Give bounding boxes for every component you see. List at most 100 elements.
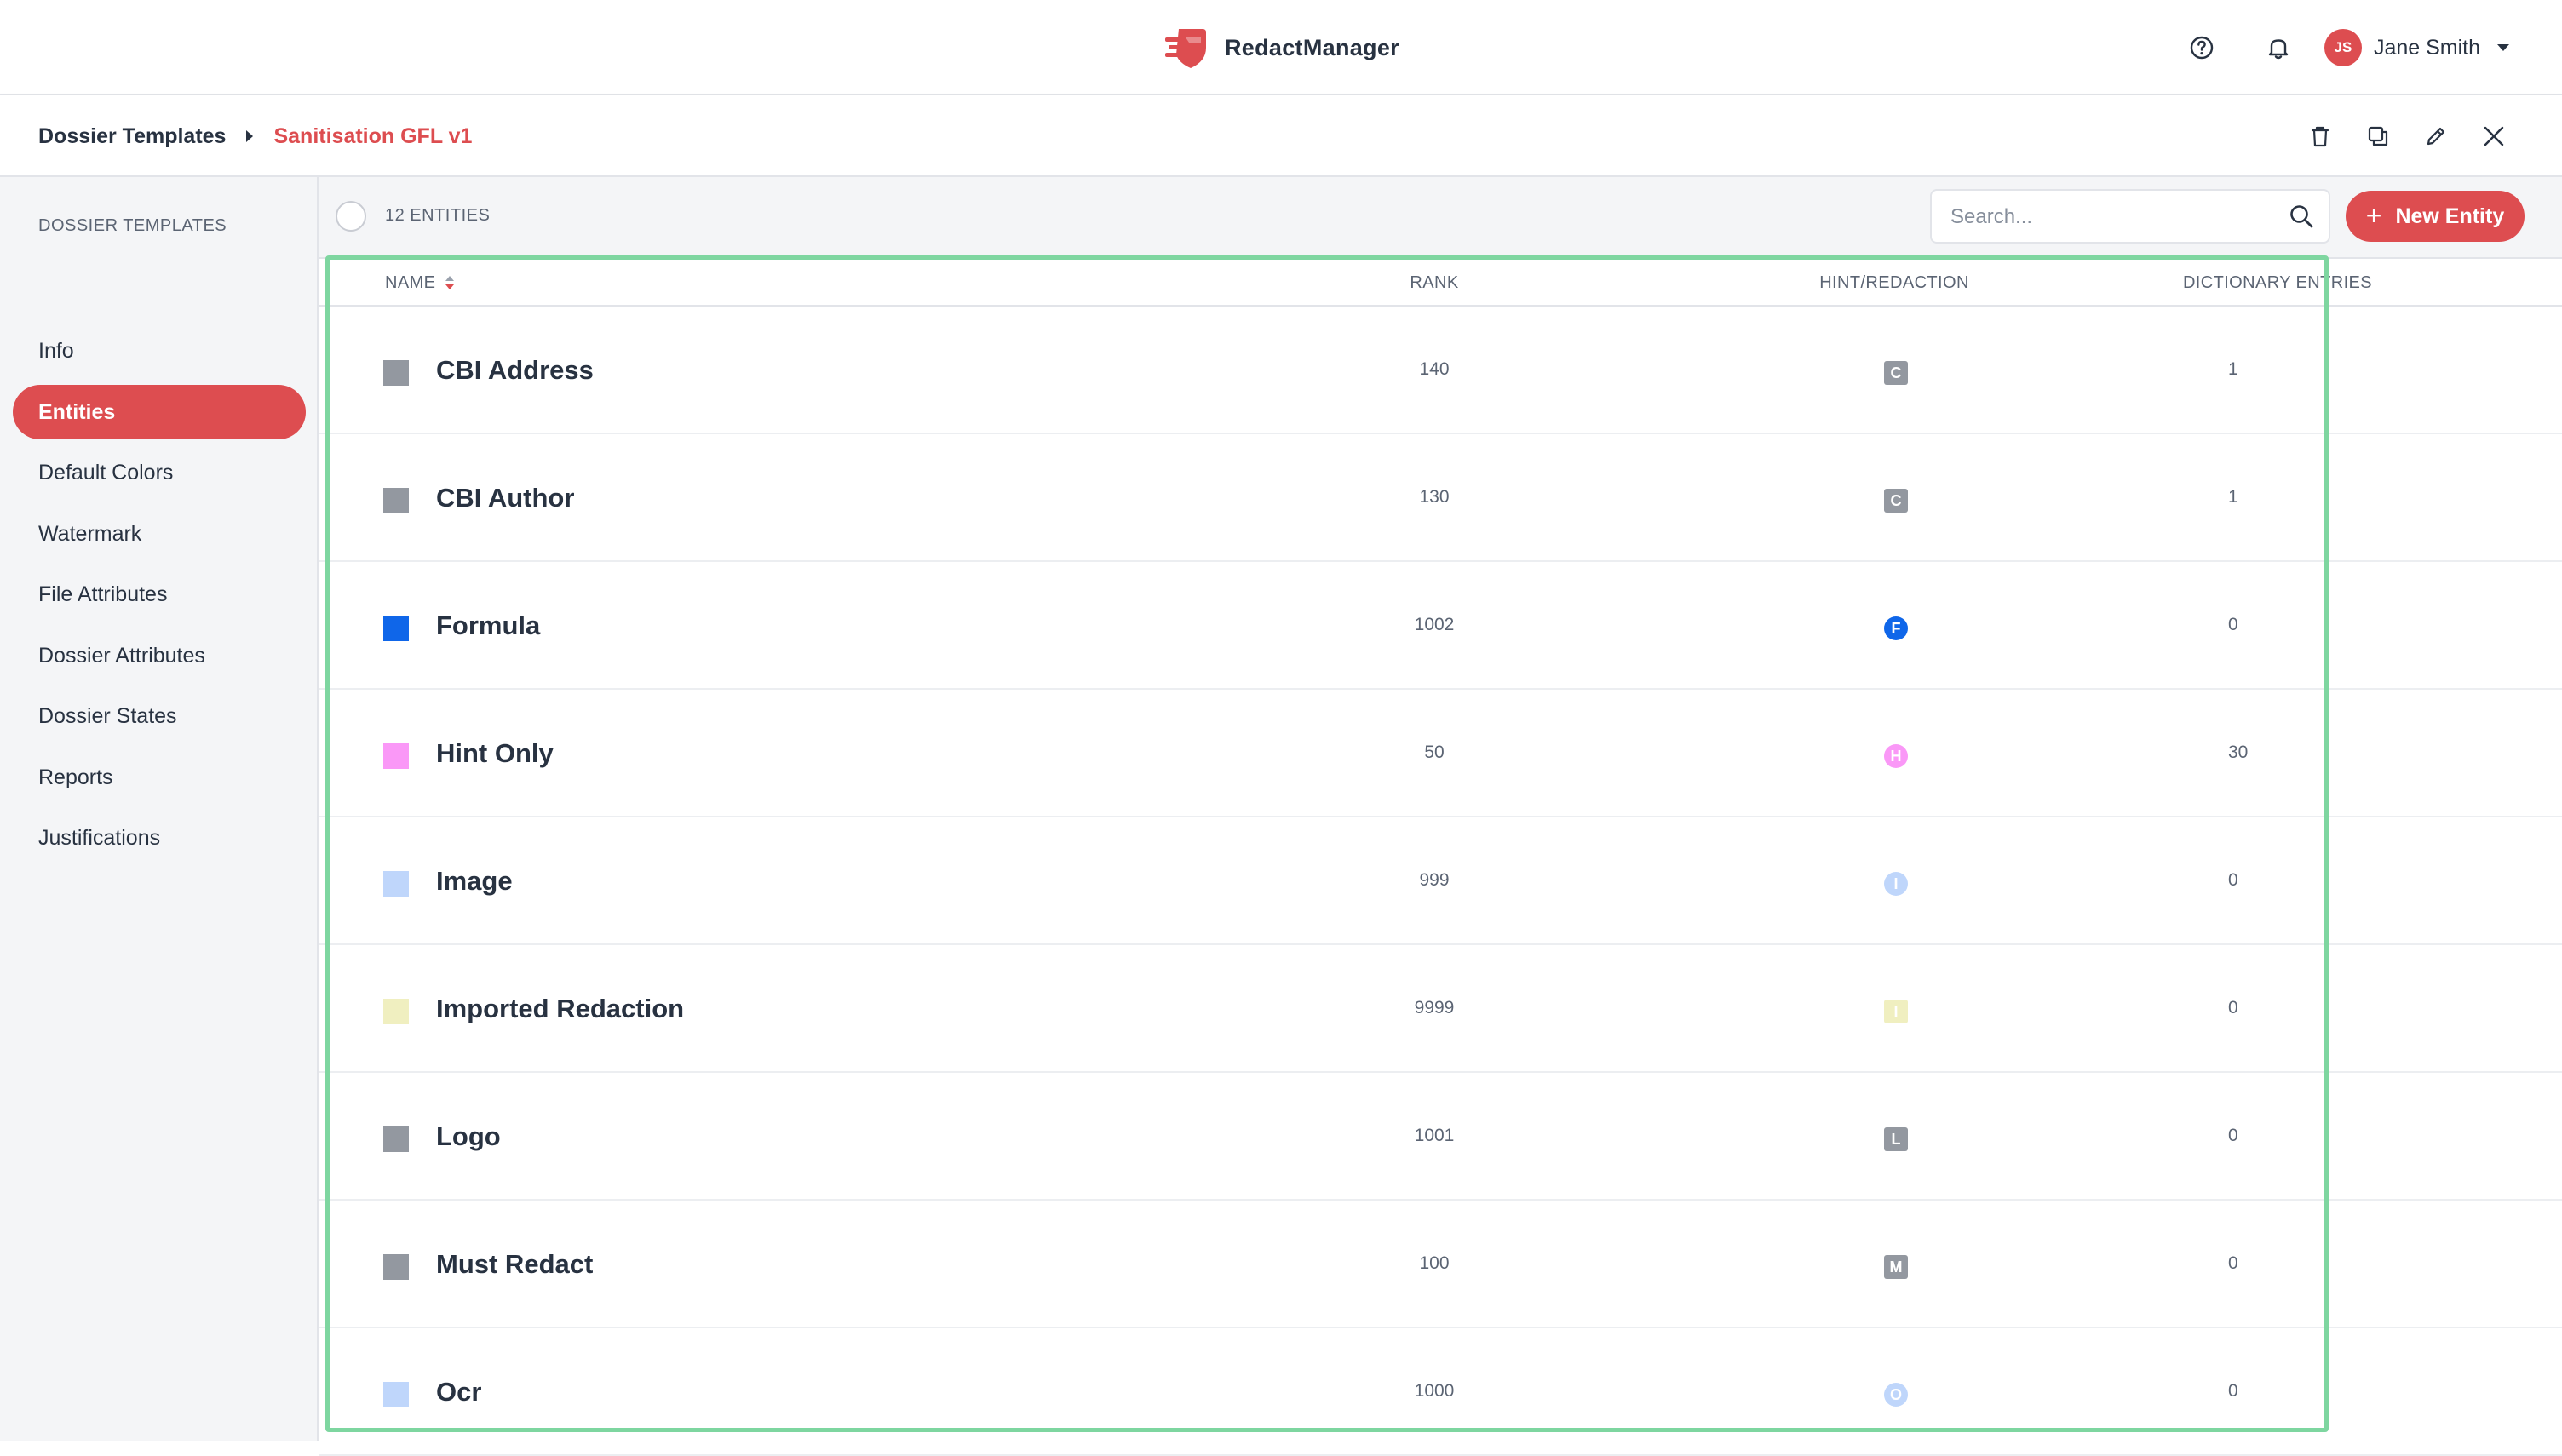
- entity-color-swatch: [383, 488, 409, 513]
- plus-icon: +: [2365, 199, 2382, 231]
- sidebar-nav: Info Entities Default Colors Watermark F…: [13, 324, 306, 872]
- entity-color-swatch: [383, 1254, 409, 1280]
- search-icon[interactable]: [2288, 203, 2315, 230]
- entity-color-swatch: [383, 360, 409, 386]
- help-button[interactable]: [2180, 26, 2224, 70]
- entity-rank: 1000: [1414, 1381, 1455, 1401]
- new-entity-label: New Entity: [2395, 203, 2505, 228]
- avatar: JS: [2324, 29, 2362, 66]
- entity-name: CBI Address: [436, 355, 594, 385]
- new-entity-button[interactable]: + New Entity: [2346, 191, 2525, 242]
- column-header-name-label: NAME: [385, 273, 436, 292]
- entity-rank: 9999: [1414, 998, 1455, 1017]
- entity-name: Hint Only: [436, 738, 554, 768]
- table-header: NAME RANK HINT/REDACTION DICTIONARY ENTR…: [319, 259, 2562, 307]
- sidebar-item-dossier-attributes[interactable]: Dossier Attributes: [13, 628, 306, 683]
- sidebar-item-watermark[interactable]: Watermark: [13, 507, 306, 561]
- sidebar-item-reports[interactable]: Reports: [13, 750, 306, 805]
- sort-icon: [445, 276, 455, 289]
- breadcrumb-bar: Dossier Templates Sanitisation GFL v1: [0, 95, 2562, 177]
- select-all-checkbox[interactable]: [336, 201, 366, 232]
- table-row[interactable]: CBI Author 130 C 1: [319, 434, 2562, 562]
- hint-redaction-badge: H: [1884, 744, 1908, 768]
- entity-name: CBI Author: [436, 483, 575, 513]
- edit-template-button[interactable]: [2414, 114, 2458, 158]
- column-header-hint-redaction: HINT/REDACTION: [1819, 273, 1969, 292]
- user-name: Jane Smith: [2373, 35, 2480, 60]
- main-content: 12 ENTITIES + New Entity NAME RANK HINT/…: [319, 177, 2562, 1456]
- entity-name: Formula: [436, 610, 541, 640]
- sidebar-item-justifications[interactable]: Justifications: [13, 811, 306, 865]
- hint-redaction-badge: F: [1884, 616, 1908, 640]
- entity-name: Ocr: [436, 1377, 482, 1407]
- dictionary-entries-count: 30: [2228, 742, 2249, 762]
- hint-redaction-badge: I: [1884, 872, 1908, 896]
- entity-color-swatch: [383, 743, 409, 769]
- table-row[interactable]: Formula 1002 F 0: [319, 562, 2562, 690]
- entity-name: Must Redact: [436, 1249, 594, 1279]
- dictionary-entries-count: 0: [2228, 1126, 2238, 1145]
- table-row[interactable]: Logo 1001 L 0: [319, 1073, 2562, 1201]
- sidebar-item-info[interactable]: Info: [13, 324, 306, 378]
- entity-rank: 130: [1419, 487, 1450, 507]
- close-button[interactable]: [2472, 114, 2516, 158]
- help-icon: [2190, 36, 2214, 60]
- breadcrumb-current-template[interactable]: Sanitisation GFL v1: [273, 124, 472, 149]
- dictionary-entries-count: 0: [2228, 998, 2238, 1017]
- entity-count: 12 ENTITIES: [385, 206, 491, 225]
- clone-template-button[interactable]: [2356, 114, 2400, 158]
- pencil-icon: [2427, 127, 2445, 146]
- hint-redaction-badge: L: [1884, 1127, 1908, 1151]
- table-row[interactable]: Image 999 I 0: [319, 817, 2562, 945]
- entity-name: Imported Redaction: [436, 994, 685, 1023]
- hint-redaction-badge: I: [1884, 1000, 1908, 1023]
- entities-table: NAME RANK HINT/REDACTION DICTIONARY ENTR…: [319, 259, 2562, 1456]
- table-row[interactable]: Must Redact 100 M 0: [319, 1201, 2562, 1328]
- entity-color-swatch: [383, 1382, 409, 1407]
- column-header-dictionary-entries: DICTIONARY ENTRIES: [2182, 273, 2373, 292]
- brand[interactable]: RedactManager: [1163, 22, 1399, 73]
- entity-rank: 100: [1419, 1253, 1450, 1273]
- entity-color-swatch: [383, 999, 409, 1024]
- sidebar-item-entities[interactable]: Entities: [13, 384, 306, 439]
- user-menu[interactable]: JS Jane Smith: [2324, 29, 2509, 66]
- entity-color-swatch: [383, 871, 409, 897]
- search-input[interactable]: [1932, 191, 2293, 244]
- column-header-name[interactable]: NAME: [385, 259, 456, 307]
- chevron-down-icon: [2497, 44, 2509, 51]
- sidebar-item-file-attributes[interactable]: File Attributes: [13, 567, 306, 622]
- entity-rank: 50: [1424, 742, 1445, 762]
- copy-icon: [2368, 126, 2388, 146]
- template-actions: [2284, 112, 2516, 160]
- table-body: CBI Address 140 C 1 CBI Author 130 C 1 F…: [319, 307, 2562, 1456]
- breadcrumb-dossier-templates[interactable]: Dossier Templates: [38, 124, 226, 149]
- column-header-rank: RANK: [1410, 273, 1459, 292]
- table-row[interactable]: Imported Redaction 9999 I 0: [319, 945, 2562, 1073]
- dictionary-entries-count: 1: [2228, 359, 2238, 379]
- notifications-button[interactable]: [2256, 26, 2301, 70]
- sidebar-item-dossier-states[interactable]: Dossier States: [13, 689, 306, 743]
- trash-icon: [2311, 126, 2329, 147]
- dictionary-entries-count: 0: [2228, 870, 2238, 890]
- dictionary-entries-count: 0: [2228, 1381, 2238, 1401]
- entity-rank: 140: [1419, 359, 1450, 379]
- table-row[interactable]: Hint Only 50 H 30: [319, 690, 2562, 817]
- delete-template-button[interactable]: [2298, 114, 2342, 158]
- close-icon: [2484, 126, 2504, 146]
- entity-color-swatch: [383, 1126, 409, 1152]
- breadcrumb: Dossier Templates Sanitisation GFL v1: [38, 121, 472, 152]
- entity-color-swatch: [383, 616, 409, 641]
- table-row[interactable]: Ocr 1000 O 0: [319, 1328, 2562, 1456]
- entity-rank: 1001: [1414, 1126, 1455, 1145]
- sidebar: DOSSIER TEMPLATES Info Entities Default …: [0, 177, 319, 1441]
- top-bar: RedactManager JS Jane Smith: [0, 0, 2562, 95]
- hint-redaction-badge: O: [1884, 1383, 1908, 1407]
- sidebar-item-default-colors[interactable]: Default Colors: [13, 445, 306, 500]
- table-row[interactable]: CBI Address 140 C 1: [319, 307, 2562, 434]
- top-actions: JS Jane Smith: [2180, 26, 2509, 70]
- entity-name: Image: [436, 866, 513, 896]
- hint-redaction-badge: M: [1884, 1255, 1908, 1279]
- entity-rank: 1002: [1414, 615, 1455, 634]
- list-toolbar: 12 ENTITIES + New Entity: [319, 177, 2562, 259]
- hint-redaction-badge: C: [1884, 361, 1908, 385]
